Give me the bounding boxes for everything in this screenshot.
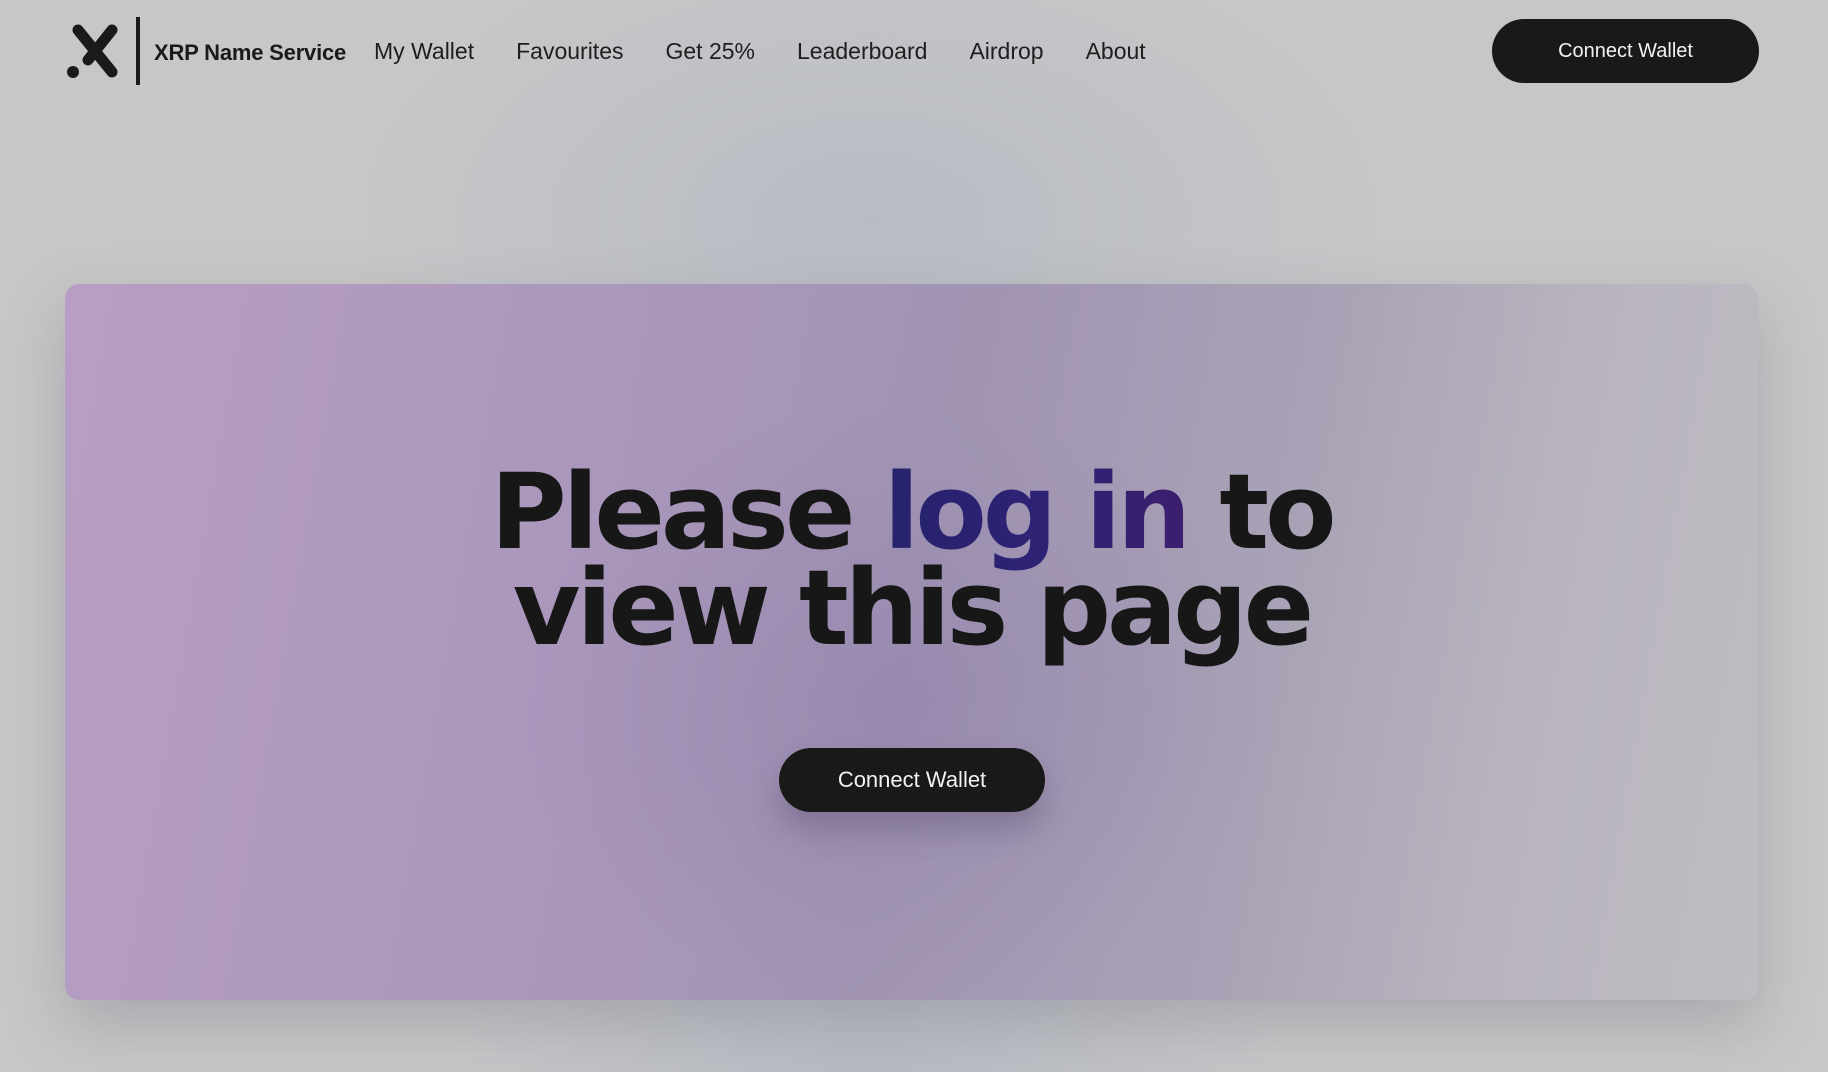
- heading-line-2: view this page: [512, 547, 1314, 669]
- logo-divider: [136, 17, 140, 85]
- brand-logo-link[interactable]: XRP Name Service: [64, 16, 346, 86]
- top-navigation-bar: XRP Name Service My Wallet Favourites Ge…: [0, 0, 1828, 104]
- header-connect-wallet-button[interactable]: Connect Wallet: [1492, 19, 1759, 83]
- nav-my-wallet[interactable]: My Wallet: [374, 38, 474, 65]
- x-logo-icon: [67, 24, 118, 78]
- nav-get-25-percent[interactable]: Get 25%: [665, 38, 755, 65]
- nav-airdrop[interactable]: Airdrop: [969, 38, 1043, 65]
- heading-line-1: Please log in to: [65, 460, 1758, 564]
- login-prompt-heading: Please log in to view this page: [65, 460, 1758, 669]
- main-nav: My Wallet Favourites Get 25% Leaderboard…: [374, 28, 1146, 74]
- login-required-card: Please log in to view this page Connect …: [65, 284, 1758, 1000]
- nav-about[interactable]: About: [1086, 38, 1146, 65]
- nav-leaderboard[interactable]: Leaderboard: [797, 38, 927, 65]
- nav-favourites[interactable]: Favourites: [516, 38, 623, 65]
- brand-name: XRP Name Service: [154, 40, 347, 65]
- hero-connect-wallet-button[interactable]: Connect Wallet: [779, 748, 1045, 812]
